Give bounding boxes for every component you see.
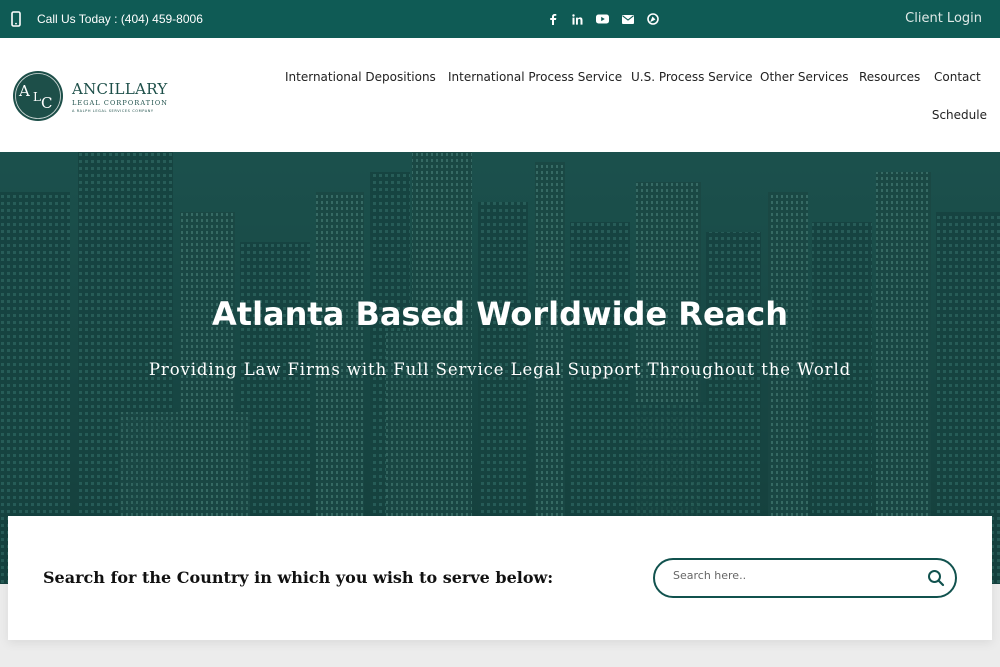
blog-icon[interactable] — [640, 11, 665, 27]
mobile-phone-icon — [11, 11, 21, 27]
company-logo[interactable]: A L C ANCILLARY LEGAL CORPORATION A RALP… — [13, 71, 168, 121]
nav-international-depositions[interactable]: International Depositions — [285, 70, 436, 84]
client-login-link[interactable]: Client Login — [905, 11, 982, 26]
search-input[interactable] — [673, 569, 913, 582]
nav-international-process-service[interactable]: International Process Service — [448, 70, 622, 84]
logo-subtitle: LEGAL CORPORATION — [72, 98, 169, 107]
site-header: A L C ANCILLARY LEGAL CORPORATION A RALP… — [0, 38, 1000, 152]
phone-text: Call Us Today : (404) 459-8006 — [37, 12, 203, 26]
social-links — [540, 11, 665, 27]
nav-resources[interactable]: Resources — [859, 70, 920, 84]
svg-text:C: C — [41, 94, 52, 112]
search-box — [653, 558, 957, 598]
facebook-icon[interactable] — [540, 11, 565, 27]
nav-schedule[interactable]: Schedule — [932, 108, 987, 122]
top-bar: Call Us Today : (404) 459-8006 Client Lo… — [0, 0, 1000, 38]
logo-tagline: A RALPH LEGAL SERVICES COMPANY — [72, 108, 154, 113]
svg-text:L: L — [33, 90, 41, 104]
search-label: Search for the Country in which you wish… — [43, 568, 554, 587]
country-search-card: Search for the Country in which you wish… — [8, 516, 992, 640]
nav-contact[interactable]: Contact — [934, 70, 981, 84]
email-icon[interactable] — [615, 11, 640, 27]
linkedin-icon[interactable] — [565, 11, 590, 27]
nav-other-services[interactable]: Other Services — [760, 70, 849, 84]
nav-us-process-service[interactable]: U.S. Process Service — [631, 70, 753, 84]
phone-contact[interactable]: Call Us Today : (404) 459-8006 — [11, 11, 203, 27]
search-icon[interactable] — [927, 569, 945, 587]
hero-title: Atlanta Based Worldwide Reach — [212, 295, 788, 333]
logo-name: ANCILLARY — [72, 79, 168, 98]
logo-seal: A L C — [13, 71, 63, 121]
svg-text:A: A — [18, 82, 30, 100]
hero-subtitle: Providing Law Firms with Full Service Le… — [148, 360, 852, 379]
youtube-icon[interactable] — [590, 11, 615, 27]
